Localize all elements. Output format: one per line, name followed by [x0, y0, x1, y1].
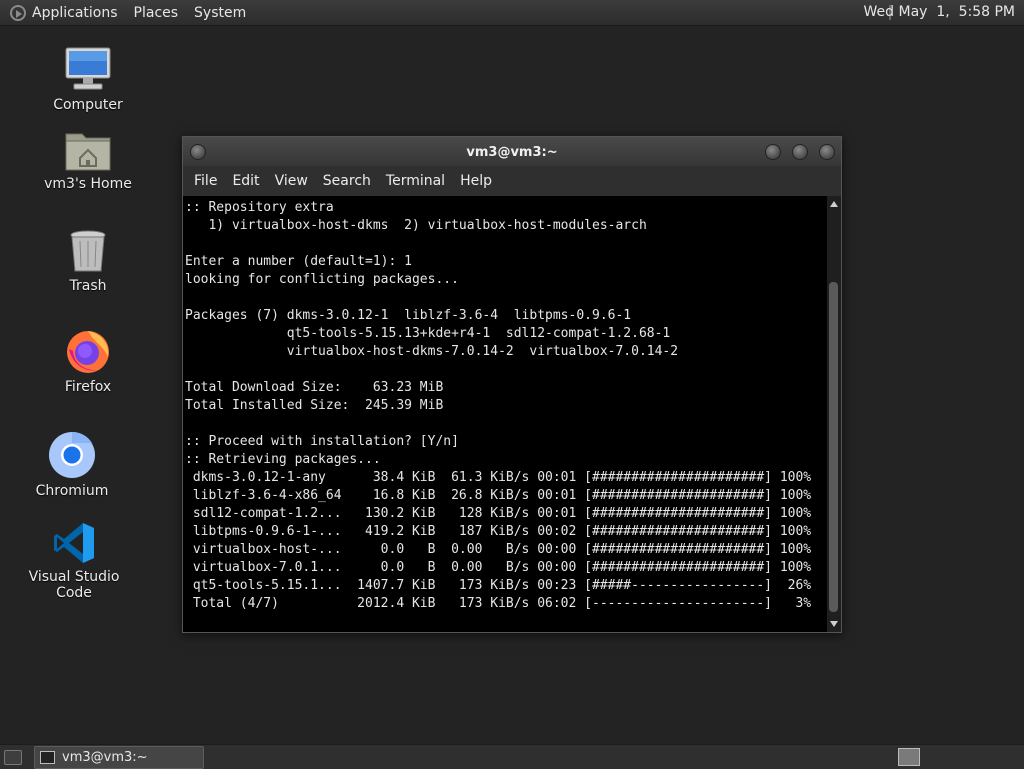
trash-icon	[68, 229, 108, 274]
desktop-icon-chromium[interactable]: Chromium	[12, 431, 132, 499]
desktop-icon-home[interactable]: vm3's Home	[28, 128, 148, 192]
close-button[interactable]	[819, 144, 835, 160]
terminal-output-area[interactable]: :: Repository extra 1) virtualbox-host-d…	[183, 196, 827, 632]
firefox-icon	[64, 327, 112, 375]
scroll-up-arrow-icon[interactable]	[830, 201, 838, 207]
desktop-icon-computer[interactable]: Computer	[28, 45, 148, 113]
desktop-icon-firefox[interactable]: Firefox	[28, 327, 148, 395]
terminal-menubar: File Edit View Search Terminal Help	[183, 166, 841, 196]
terminal-scrollbar[interactable]	[827, 196, 841, 632]
maximize-button[interactable]	[792, 144, 808, 160]
desktop-icon-label: vm3's Home	[44, 176, 132, 192]
menu-help[interactable]: Help	[453, 173, 500, 189]
desktop-icon-label: Visual Studio Code	[28, 569, 120, 601]
scroll-down-arrow-icon[interactable]	[830, 621, 838, 627]
clock[interactable]: Wed May 1, 5:58 PM	[864, 4, 1015, 20]
computer-icon	[64, 45, 112, 93]
terminal-window[interactable]: vm3@vm3:~ File Edit View Search Terminal…	[182, 136, 842, 633]
desktop-icon-label: Chromium	[35, 483, 109, 499]
home-folder-icon	[64, 128, 112, 172]
terminal-icon	[40, 751, 55, 764]
system-menu[interactable]: System	[194, 5, 246, 21]
chromium-icon	[48, 431, 96, 479]
menu-file[interactable]: File	[187, 173, 225, 189]
places-menu[interactable]: Places	[134, 5, 179, 21]
menu-terminal[interactable]: Terminal	[379, 173, 453, 189]
taskbar-label: vm3@vm3:~	[62, 750, 148, 765]
menu-logo-icon[interactable]	[10, 4, 26, 21]
applications-menu[interactable]: Applications	[32, 5, 118, 21]
window-menu-button[interactable]	[190, 144, 206, 160]
desktop-icon-label: Trash	[69, 278, 107, 294]
desktop-icon-trash[interactable]: Trash	[28, 229, 148, 294]
menu-view[interactable]: View	[268, 173, 316, 189]
desktop-icon-vscode[interactable]: Visual Studio Code	[14, 521, 134, 601]
minimize-button[interactable]	[765, 144, 781, 160]
menu-search[interactable]: Search	[316, 173, 379, 189]
workspace-switcher[interactable]	[898, 748, 920, 766]
scrollbar-thumb[interactable]	[829, 282, 838, 612]
taskbar-terminal-button[interactable]: vm3@vm3:~	[34, 746, 204, 769]
desktop-icon-label: Computer	[53, 97, 123, 113]
show-desktop-icon[interactable]	[4, 750, 22, 765]
window-title: vm3@vm3:~	[466, 145, 558, 160]
desktop-icon-label: Firefox	[64, 379, 112, 395]
menu-edit[interactable]: Edit	[225, 173, 267, 189]
bottom-panel: vm3@vm3:~	[0, 744, 1024, 769]
terminal-output: :: Repository extra 1) virtualbox-host-d…	[185, 200, 812, 611]
window-titlebar[interactable]: vm3@vm3:~	[183, 137, 841, 166]
vscode-icon	[52, 521, 96, 565]
top-panel: Applications Places System Wed May 1, 5:…	[0, 0, 1024, 26]
